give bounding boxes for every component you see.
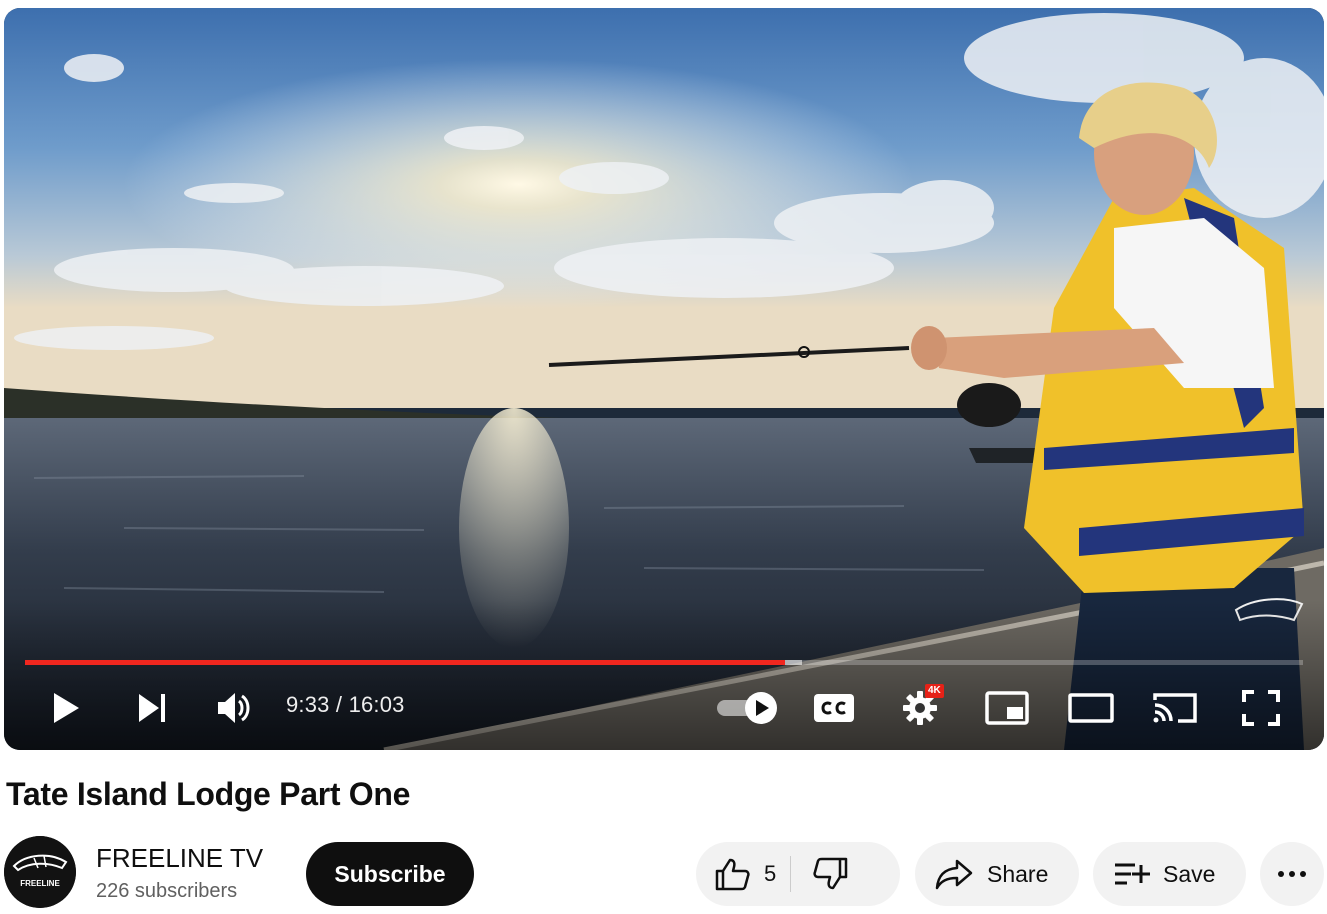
save-button[interactable]: Save	[1093, 842, 1246, 906]
player-controls: 9:33 / 16:03	[4, 680, 1324, 740]
save-playlist-icon	[1115, 863, 1150, 885]
more-actions-button[interactable]	[1260, 842, 1324, 906]
play-icon	[54, 693, 79, 723]
subscribe-button[interactable]: Subscribe	[306, 842, 474, 906]
like-count: 5	[764, 861, 777, 886]
autoplay-toggle[interactable]	[712, 680, 782, 736]
next-button[interactable]	[128, 680, 176, 736]
quality-badge: 4K	[925, 684, 944, 698]
miniplayer-button[interactable]	[982, 680, 1032, 736]
channel-avatar[interactable]: FREELINE	[4, 836, 76, 908]
autoplay-toggle-icon	[717, 692, 777, 724]
thumbs-up-icon	[715, 858, 750, 891]
save-label: Save	[1163, 860, 1216, 887]
time-total: 16:03	[348, 692, 405, 717]
thumbs-down-icon	[813, 857, 848, 890]
dislike-button[interactable]	[791, 842, 849, 906]
volume-button[interactable]	[210, 680, 258, 736]
captions-icon	[814, 694, 854, 722]
subscriber-count: 226 subscribers	[96, 880, 238, 902]
next-icon	[139, 694, 165, 722]
fullscreen-button[interactable]	[1236, 680, 1286, 736]
time-separator: /	[329, 692, 349, 717]
share-label: Share	[987, 860, 1049, 887]
more-horizontal-icon	[1278, 871, 1306, 877]
time-display: 9:33 / 16:03	[286, 692, 405, 718]
progress-played	[25, 660, 786, 665]
channel-avatar-logo: FREELINE	[4, 836, 76, 908]
video-title: Tate Island Lodge Part One	[6, 776, 411, 812]
captions-button[interactable]	[810, 680, 858, 736]
play-button[interactable]	[42, 680, 90, 736]
share-button[interactable]: Share	[915, 842, 1079, 906]
avatar-text: FREELINE	[20, 879, 60, 888]
time-current: 9:33	[286, 692, 330, 717]
volume-icon	[218, 693, 250, 723]
theater-mode-icon	[1068, 693, 1114, 723]
channel-name[interactable]: FREELINE TV	[96, 843, 263, 874]
theater-mode-button[interactable]	[1066, 680, 1116, 736]
miniplayer-icon	[985, 691, 1029, 725]
cast-button[interactable]	[1150, 680, 1200, 736]
fullscreen-icon	[1242, 690, 1280, 726]
cast-icon	[1153, 693, 1197, 723]
like-dislike-group: 5	[696, 842, 900, 906]
progress-bar[interactable]	[25, 659, 1303, 665]
share-icon	[935, 859, 973, 890]
like-button[interactable]: 5	[696, 842, 790, 906]
video-player[interactable]: 9:33 / 16:03	[4, 8, 1324, 750]
